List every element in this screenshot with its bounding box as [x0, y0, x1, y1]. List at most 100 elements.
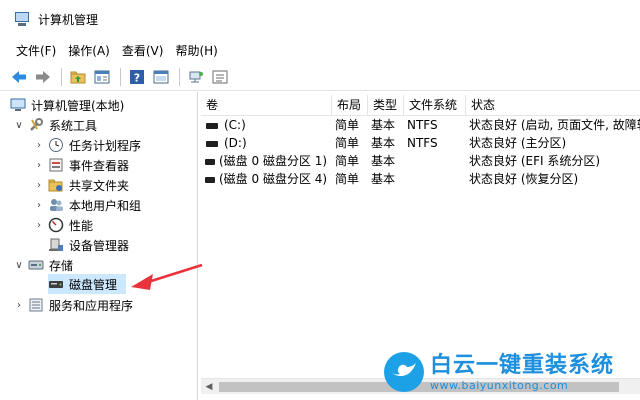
tree-item-disk-management[interactable]: 磁盘管理 [48, 274, 126, 294]
disk-icon [205, 158, 215, 165]
column-header-volume[interactable]: 卷 [201, 95, 332, 116]
tree-item-label: 任务计划程序 [69, 138, 142, 153]
menu-file[interactable]: 文件(F) [10, 40, 62, 62]
computer-management-icon [14, 11, 30, 27]
toolbar-separator [179, 67, 180, 86]
volume-layout: 简单 [335, 136, 360, 150]
volume-name: (磁盘 0 磁盘分区 4) [219, 172, 328, 186]
volume-type: 基本 [371, 118, 396, 132]
menu-view[interactable]: 查看(V) [116, 40, 170, 62]
chevron-right-icon[interactable]: › [32, 140, 46, 151]
chevron-right-icon[interactable]: › [12, 300, 26, 311]
disk-icon [205, 176, 215, 183]
scroll-left-icon[interactable]: ◀ [201, 379, 217, 395]
table-row[interactable]: (磁盘 0 磁盘分区 4) 简单 基本 状态良好 (恢复分区) [201, 170, 640, 188]
tree-item-device-manager[interactable]: 设备管理器 [48, 235, 129, 255]
column-header-type[interactable]: 类型 [368, 95, 404, 116]
tree-item-shared-folders[interactable]: › 共享文件夹 [32, 175, 129, 195]
tree-item-label: 系统工具 [49, 118, 98, 133]
volume-status: 状态良好 (恢复分区) [469, 172, 579, 186]
tree-item-label: 性能 [69, 218, 94, 233]
tree-item-label: 存储 [49, 258, 74, 273]
menu-help[interactable]: 帮助(H) [169, 40, 223, 62]
tree-item-system-tools[interactable]: ∨ 系统工具 [12, 115, 97, 135]
chevron-right-icon[interactable]: › [32, 180, 46, 191]
column-header-status[interactable]: 状态 [466, 95, 640, 116]
volume-name: (C:) [224, 118, 246, 132]
system-tools-icon [28, 117, 44, 133]
tree-item-label: 事件查看器 [69, 158, 130, 173]
volume-status: 状态良好 (启动, 页面文件, 故障转 [469, 118, 640, 132]
volume-type: 基本 [371, 136, 396, 150]
window-title: 计算机管理 [38, 12, 99, 27]
volume-filesystem [404, 152, 466, 170]
shared-folder-icon [48, 177, 64, 193]
volume-type: 基本 [371, 172, 396, 186]
svg-text:?: ? [134, 71, 140, 84]
event-viewer-icon [48, 157, 64, 173]
column-header-filesystem[interactable]: 文件系统 [404, 95, 466, 116]
volume-filesystem: NTFS [407, 118, 438, 132]
storage-icon [28, 257, 44, 273]
tree-item-label: 计算机管理(本地) [31, 98, 125, 113]
chevron-down-icon[interactable]: ∨ [12, 120, 26, 131]
tree-item-task-scheduler[interactable]: › 任务计划程序 [32, 135, 141, 155]
column-header-row: 卷 布局 类型 文件系统 状态 [201, 95, 640, 116]
users-icon [48, 197, 64, 213]
volume-layout: 简单 [335, 154, 360, 168]
properties-icon[interactable] [150, 66, 172, 88]
volume-filesystem: NTFS [407, 136, 438, 150]
watermark-logo: 白云一键重装系统 www.baiyunxitong.com [384, 348, 636, 396]
table-row[interactable]: (D:) 简单 基本 NTFS 状态良好 (主分区) [201, 134, 640, 152]
watermark-title: 白云一键重装系统 [430, 352, 615, 378]
forward-icon[interactable] [32, 66, 54, 88]
chevron-right-icon[interactable]: › [32, 220, 46, 231]
tree-item-label: 服务和应用程序 [49, 298, 134, 313]
toolbar: ? [0, 63, 640, 91]
volume-filesystem [404, 170, 466, 188]
table-row[interactable]: (磁盘 0 磁盘分区 1) 简单 基本 状态良好 (EFI 系统分区) [201, 152, 640, 170]
tree-item-services-apps[interactable]: › 服务和应用程序 [12, 295, 133, 315]
column-header-layout[interactable]: 布局 [332, 95, 368, 116]
device-manager-icon [48, 237, 64, 253]
up-folder-icon[interactable] [67, 66, 89, 88]
tree-item-event-viewer[interactable]: › 事件查看器 [32, 155, 129, 175]
show-hide-tree-icon[interactable] [91, 66, 113, 88]
toolbar-separator [61, 67, 62, 86]
help-icon[interactable]: ? [126, 66, 148, 88]
disk-management-icon [48, 276, 64, 292]
volume-layout: 简单 [335, 172, 360, 186]
volume-layout: 简单 [335, 118, 360, 132]
tree-item-performance[interactable]: › 性能 [32, 215, 93, 235]
disk-icon [206, 122, 218, 129]
list-view-icon[interactable] [209, 66, 231, 88]
services-icon [28, 297, 44, 313]
volume-status: 状态良好 (EFI 系统分区) [469, 154, 601, 168]
tree-item-label: 共享文件夹 [69, 178, 130, 193]
clock-icon [48, 137, 64, 153]
table-row[interactable]: (C:) 简单 基本 NTFS 状态良好 (启动, 页面文件, 故障转 [201, 116, 640, 134]
title-bar: 计算机管理 [0, 0, 640, 38]
back-icon[interactable] [8, 66, 30, 88]
menu-bar: 文件(F) 操作(A) 查看(V) 帮助(H) [0, 40, 640, 62]
tree-item-storage[interactable]: ∨ 存储 [12, 255, 73, 275]
bird-logo-icon [384, 352, 424, 392]
tree-item-label: 本地用户和组 [69, 198, 142, 213]
chevron-down-icon[interactable]: ∨ [12, 260, 26, 271]
tree-item-label: 设备管理器 [69, 238, 130, 253]
volume-status: 状态良好 (主分区) [469, 136, 567, 150]
menu-action[interactable]: 操作(A) [62, 40, 116, 62]
volume-name: (D:) [224, 136, 247, 150]
tree-item-computer-management[interactable]: 计算机管理(本地) [10, 95, 124, 115]
disk-icon [206, 140, 218, 147]
volume-type: 基本 [371, 154, 396, 168]
toolbar-separator [120, 67, 121, 86]
chevron-right-icon[interactable]: › [32, 160, 46, 171]
tree-item-local-users[interactable]: › 本地用户和组 [32, 195, 141, 215]
volume-name: (磁盘 0 磁盘分区 1) [219, 154, 328, 168]
performance-icon [48, 217, 64, 233]
chevron-right-icon[interactable]: › [32, 200, 46, 211]
computer-management-icon [10, 97, 26, 113]
connect-icon[interactable] [185, 66, 207, 88]
navigation-tree: 计算机管理(本地) ∨ 系统工具 › 任务计划程序 › 事件查看器 › 共享文件… [0, 92, 198, 400]
